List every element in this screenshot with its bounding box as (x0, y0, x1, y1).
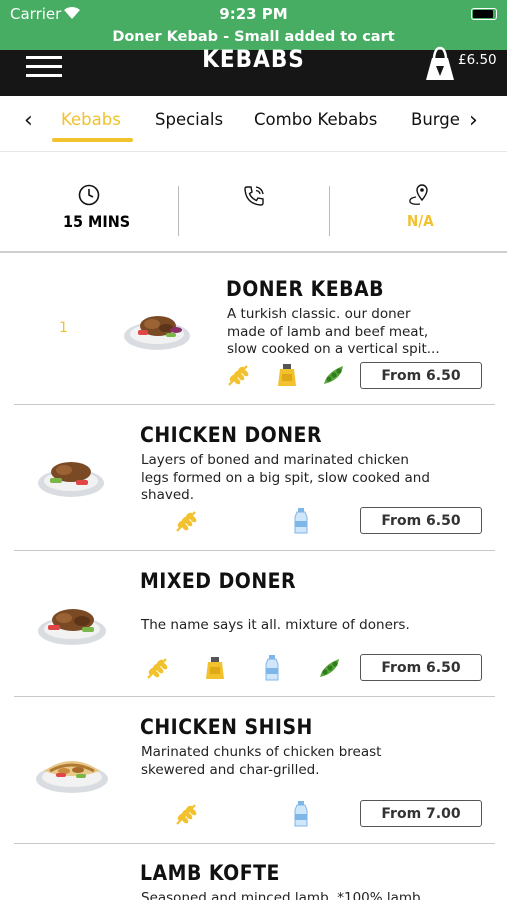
added-to-cart-toast: Doner Kebab - Small added to cart (112, 29, 395, 45)
price-button[interactable]: From 7.00 (360, 800, 482, 827)
doner-kebab-image (124, 316, 190, 350)
mixed-doner-image (38, 609, 106, 645)
chicken-doner-image (38, 462, 104, 497)
item-description-line: The name says it all. mixture of doners. (141, 617, 410, 633)
status-bar: Carrier 9:23 PM Doner Kebab - Small adde… (0, 0, 507, 50)
mustard-icon (206, 657, 224, 679)
item-description: Seasoned and minced lamb. *100% lamb (141, 890, 421, 900)
delivery-time-section: 15 MINS (0, 152, 178, 253)
item-description: Layers of boned and marinated chicken le… (141, 452, 430, 505)
item-description-line: slow cooked on a vertical spit... (227, 341, 440, 357)
gluten-icon (176, 511, 197, 532)
menu-item-chicken-shish[interactable]: CHICKEN SHISH Marinated chunks of chicke… (14, 697, 495, 844)
phone-icon[interactable] (242, 184, 266, 208)
menu-item-lamb-kofte[interactable]: LAMB KOFTE Seasoned and minced lamb. *10… (14, 844, 495, 900)
delivery-time: 15 MINS (63, 212, 131, 231)
soya-icon (320, 659, 339, 677)
menu-item-chicken-doner[interactable]: CHICKEN DONER Layers of boned and marina… (14, 405, 495, 551)
chevron-left-icon[interactable]: ‹ (24, 108, 33, 133)
item-name: DONER KEBAB (226, 277, 385, 301)
item-description-line: Marinated chunks of chicken breast (141, 744, 382, 760)
item-description-line: legs formed on a big spit, slow cooked a… (141, 469, 430, 486)
gluten-icon (176, 804, 197, 825)
chevron-right-icon[interactable]: › (469, 108, 478, 133)
restaurant-info-row: 15 MINS N/A (0, 152, 507, 253)
tab-kebabs[interactable]: Kebabs (61, 110, 121, 129)
mustard-icon (278, 364, 296, 386)
milk-icon (265, 655, 279, 681)
clock-time: 9:23 PM (219, 5, 288, 23)
shopping-bag-icon[interactable] (424, 46, 456, 82)
milk-icon (294, 508, 308, 534)
item-description-line: Layers of boned and marinated chicken (141, 452, 409, 468)
gluten-icon (147, 658, 168, 679)
cart-quantity-badge: 1 (59, 320, 68, 336)
item-description-line: A turkish classic. our doner (227, 306, 411, 322)
tab-specials[interactable]: Specials (155, 110, 223, 129)
item-description: Marinated chunks of chicken breast skewe… (141, 744, 381, 779)
location-pin-icon[interactable] (406, 183, 432, 209)
header-bar: KEBABS £6.50 (0, 45, 507, 96)
soya-icon (324, 366, 343, 384)
phone-section[interactable] (179, 152, 329, 253)
menu-item-doner-kebab[interactable]: 1 DONER KEBAB A turkish classic. our don… (14, 254, 495, 405)
rating-value: N/A (407, 212, 434, 230)
item-description: A turkish classic. our doner made of lam… (227, 306, 440, 359)
item-description-line: Seasoned and minced lamb. *100% lamb (141, 890, 421, 900)
chicken-shish-image (36, 761, 108, 793)
location-section[interactable]: N/A (330, 152, 507, 253)
price-button[interactable]: From 6.50 (360, 507, 482, 534)
cart-total[interactable]: £6.50 (458, 52, 497, 68)
item-description-line: shaved. (141, 487, 195, 503)
active-tab-indicator (52, 138, 133, 142)
milk-icon (294, 801, 308, 827)
tab-burgers[interactable]: Burge (411, 110, 460, 129)
category-tabs: ‹ Kebabs Specials Combo Kebabs Burge › (0, 96, 507, 152)
item-name: CHICKEN SHISH (140, 715, 313, 739)
item-name: CHICKEN DONER (140, 423, 323, 447)
price-button[interactable]: From 6.50 (360, 654, 482, 681)
tab-combo-kebabs[interactable]: Combo Kebabs (254, 110, 377, 129)
clock-icon (78, 184, 100, 206)
item-name: MIXED DONER (140, 569, 297, 593)
price-button[interactable]: From 6.50 (360, 362, 482, 389)
gluten-icon (228, 365, 249, 386)
battery-icon (471, 8, 497, 20)
item-description-line: made of lamb and beef meat, (227, 323, 429, 340)
menu-item-mixed-doner[interactable]: MIXED DONER The name says it all. mixtur… (14, 551, 495, 697)
item-name: LAMB KOFTE (140, 861, 280, 885)
item-description: The name says it all. mixture of doners. (141, 617, 410, 635)
item-description-line: skewered and char-grilled. (141, 761, 320, 778)
